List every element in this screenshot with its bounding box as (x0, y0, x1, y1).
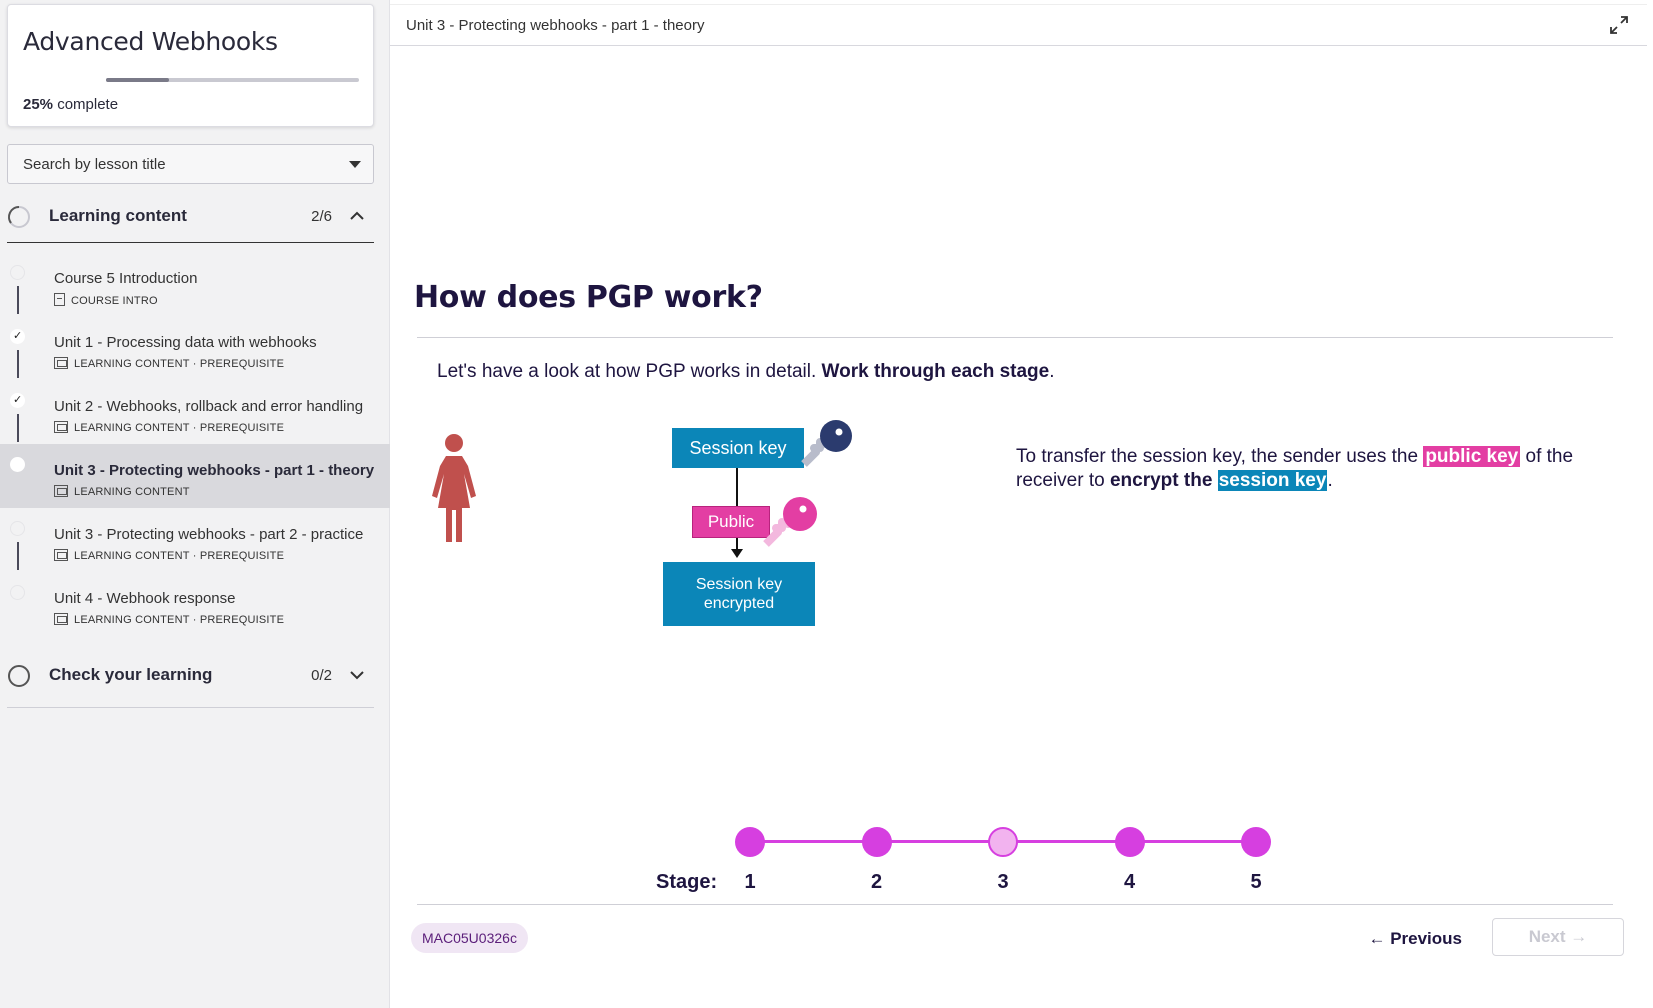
session-key-encrypted-box: Session key encrypted (663, 562, 815, 626)
section-title: Check your learning (49, 665, 213, 684)
intro-text: Let's have a look at how PGP works in de… (437, 361, 1055, 382)
lesson-complete-check-icon (10, 393, 25, 408)
lesson-item[interactable]: Unit 1 - Processing data with webhooks L… (0, 316, 390, 380)
public-key-box: Public (692, 506, 770, 538)
divider (417, 904, 1613, 905)
lesson-title: Unit 4 - Webhook response (54, 590, 236, 607)
screen-icon (54, 357, 68, 369)
chevron-down-icon[interactable] (348, 666, 366, 684)
caret-down-icon[interactable] (349, 161, 361, 168)
course-title: Advanced Webhooks (23, 27, 278, 56)
key-icon (763, 497, 817, 547)
key-icon (801, 420, 852, 467)
stage-1-label: 1 (744, 871, 756, 893)
divider (417, 337, 1613, 338)
course-card: Advanced Webhooks 25% complete (7, 4, 374, 127)
stage-explanation: To transfer the session key, the sender … (1016, 446, 1574, 491)
screen-icon (54, 421, 68, 433)
lesson-item[interactable]: Unit 4 - Webhook response LEARNING CONTE… (0, 572, 390, 636)
arrow-head (731, 549, 743, 558)
lesson-meta: LEARNING CONTENT · PREREQUISITE (54, 357, 284, 370)
lesson-status-node (10, 457, 25, 472)
lesson-search-input[interactable] (8, 145, 338, 183)
lesson-item[interactable]: Unit 2 - Webhooks, rollback and error ha… (0, 380, 390, 444)
stage-5-dot[interactable] (1241, 827, 1271, 857)
lesson-title: Course 5 Introduction (54, 270, 198, 287)
lesson-meta: LEARNING CONTENT · PREREQUISITE (54, 613, 284, 626)
screen-icon (54, 485, 68, 497)
stage-4-label: 4 (1123, 871, 1136, 893)
lesson-item[interactable]: Course 5 Introduction COURSE INTRO (0, 252, 390, 316)
section-count: 2/6 (311, 208, 332, 225)
pgp-diagram: Session key Public Session key encrypted (650, 420, 870, 630)
section-learning-content[interactable]: Learning content 2/6 (7, 193, 374, 243)
document-icon (54, 293, 65, 306)
progress-bar-fill (106, 78, 170, 82)
progress-bar (106, 78, 359, 82)
progress-ring-icon (8, 206, 30, 228)
stage-5-label: 5 (1250, 871, 1262, 893)
lesson-title: Unit 3 - Protecting webhooks - part 1 - … (54, 462, 375, 479)
section-divider (7, 242, 374, 243)
stage-1-dot[interactable] (735, 827, 765, 857)
progress-value: 25% (23, 96, 54, 113)
chevron-up-icon[interactable] (348, 207, 366, 225)
content-heading: How does PGP work? (414, 280, 763, 315)
lesson-status-node (10, 265, 25, 280)
lesson-content: Unit 3 - Protecting webhooks - part 1 - … (390, 0, 1653, 1008)
lesson-meta: LEARNING CONTENT (54, 485, 190, 498)
lesson-meta: LEARNING CONTENT · PREREQUISITE (54, 421, 284, 434)
screen-icon (54, 613, 68, 625)
lesson-complete-check-icon (10, 329, 25, 344)
screen-icon (54, 549, 68, 561)
stage-2-label: 2 (870, 871, 883, 893)
unit-title: Unit 3 - Protecting webhooks - part 1 - … (406, 17, 705, 34)
progress-text: 25% complete (23, 96, 118, 113)
lesson-item-active[interactable]: Unit 3 - Protecting webhooks - part 1 - … (0, 444, 390, 508)
stage-3-dot[interactable] (988, 827, 1018, 857)
section-divider (7, 707, 374, 708)
lesson-code-badge: MAC05U0326c (411, 923, 528, 953)
stage-label: Stage: (656, 871, 718, 893)
stage-4-dot[interactable] (1114, 827, 1145, 857)
stage-3-label: 3 (997, 871, 1009, 893)
lesson-status-node (10, 521, 25, 536)
progress-suffix: complete (57, 96, 119, 113)
lesson-meta: COURSE INTRO (54, 293, 158, 307)
lesson-title: Unit 1 - Processing data with webhooks (54, 334, 317, 351)
sender-person-icon (432, 434, 476, 542)
lesson-title: Unit 2 - Webhooks, rollback and error ha… (54, 398, 364, 415)
lesson-item[interactable]: Unit 3 - Protecting webhooks - part 2 - … (0, 508, 390, 572)
lesson-title: Unit 3 - Protecting webhooks - part 2 - … (54, 526, 364, 543)
next-button[interactable]: Next → (1492, 918, 1624, 956)
session-key-box: Session key (672, 428, 804, 468)
lesson-search-dropdown[interactable] (7, 144, 374, 184)
previous-button[interactable]: ← Previous (1352, 922, 1462, 956)
sidebar: Advanced Webhooks 25% complete Learning … (0, 0, 390, 1008)
lesson-meta: LEARNING CONTENT · PREREQUISITE (54, 549, 284, 562)
progress-ring-icon (8, 665, 30, 687)
stage-2-dot[interactable] (861, 827, 892, 857)
section-check-your-learning[interactable]: Check your learning 0/2 (7, 652, 374, 702)
lesson-status-node (10, 585, 25, 600)
lesson-topbar: Unit 3 - Protecting webhooks - part 1 - … (390, 4, 1647, 46)
expand-icon[interactable] (1609, 15, 1629, 35)
section-title: Learning content (49, 206, 187, 225)
section-count: 0/2 (311, 667, 332, 684)
